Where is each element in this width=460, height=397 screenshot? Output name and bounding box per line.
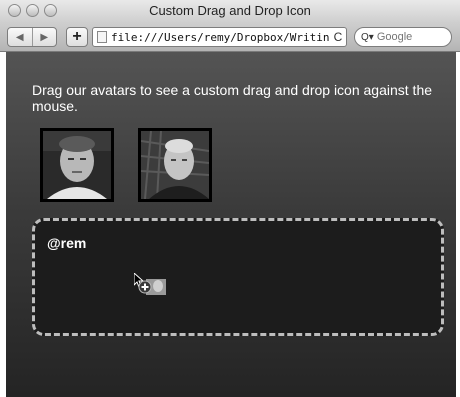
avatar-remy-photo	[43, 131, 111, 199]
window-title: Custom Drag and Drop Icon	[149, 3, 311, 18]
browser-window: Custom Drag and Drop Icon ◀ ▶ + file:///…	[0, 0, 460, 397]
url-text[interactable]: file:///Users/remy/Dropbox/Writing/h	[111, 31, 330, 44]
forward-arrow-icon: ▶	[40, 31, 49, 43]
search-input[interactable]	[376, 31, 439, 43]
search-icon[interactable]: Q▾	[361, 32, 374, 43]
back-arrow-icon: ◀	[15, 31, 24, 43]
avatar-remy[interactable]	[40, 128, 114, 202]
browser-toolbar: ◀ ▶ + file:///Users/remy/Dropbox/Writing…	[0, 22, 460, 52]
title-bar: Custom Drag and Drop Icon	[0, 0, 460, 22]
avatar-bruce-photo	[141, 131, 209, 199]
address-bar[interactable]: file:///Users/remy/Dropbox/Writing/h C	[92, 27, 347, 47]
forward-button[interactable]: ▶	[31, 28, 57, 46]
search-field[interactable]: Q▾	[354, 27, 452, 47]
drop-zone-label: @rem	[47, 235, 87, 251]
add-bookmark-button[interactable]: +	[66, 27, 88, 47]
page-content: Drag our avatars to see a custom drag an…	[6, 52, 456, 397]
custom-drag-icon	[134, 273, 166, 295]
file-icon	[97, 31, 107, 43]
reload-icon[interactable]: C	[330, 30, 346, 44]
drop-zone[interactable]: @rem	[32, 218, 444, 336]
avatar-bruce[interactable]	[138, 128, 212, 202]
back-button[interactable]: ◀	[8, 28, 32, 46]
history-nav: ◀ ▶	[7, 27, 57, 47]
intro-text: Drag our avatars to see a custom drag an…	[32, 82, 433, 114]
